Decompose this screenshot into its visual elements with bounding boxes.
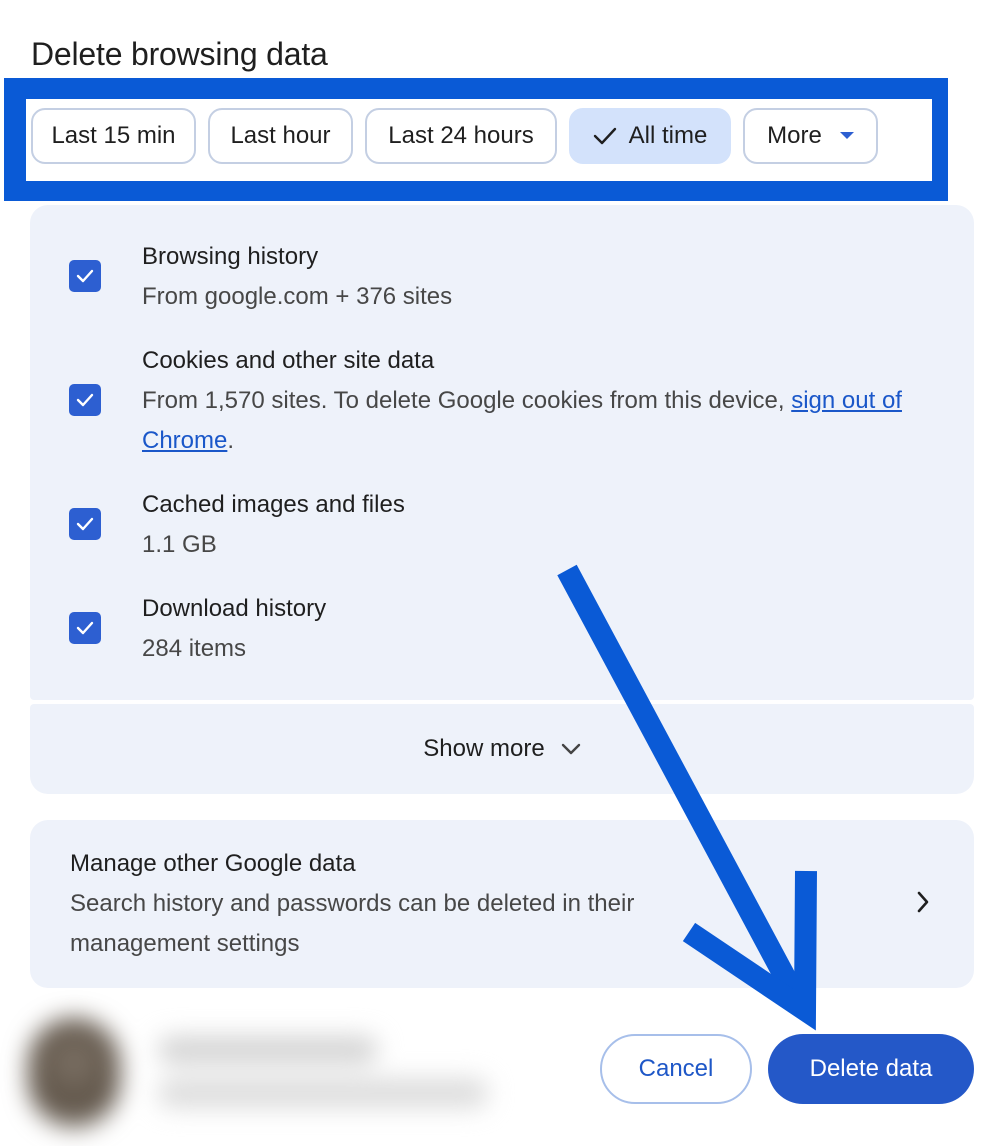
dialog-title: Delete browsing data: [31, 36, 328, 72]
data-options-card: Browsing history From google.com + 376 s…: [30, 205, 974, 700]
check-icon: [76, 269, 94, 283]
chip-label: Last 15 min: [51, 122, 176, 149]
option-title: Browsing history: [142, 243, 319, 270]
chip-last-24-hours[interactable]: Last 24 hours: [365, 108, 557, 164]
subtitle-suffix: .: [227, 427, 235, 454]
option-subtitle: 1.1 GB: [142, 531, 217, 558]
cached-images-checkbox[interactable]: [69, 508, 101, 540]
time-range-chips: Last 15 min Last hour Last 24 hours All …: [31, 108, 878, 164]
browsing-history-checkbox[interactable]: [69, 260, 101, 292]
blurred-profile: [8, 1004, 518, 1142]
show-more-button[interactable]: Show more: [30, 704, 974, 794]
avatar: [28, 1018, 120, 1128]
option-subtitle: 284 items: [142, 635, 247, 662]
chip-label: All time: [628, 122, 708, 149]
chip-label: More: [767, 122, 822, 149]
manage-title: Manage other Google data: [70, 850, 356, 877]
manage-other-google-data[interactable]: Manage other Google data Search history …: [30, 820, 974, 988]
blurred-profile-name: [158, 1036, 378, 1064]
option-subtitle: From google.com + 376 sites: [142, 283, 453, 310]
check-icon: [76, 517, 94, 531]
chip-label: Last hour: [230, 122, 331, 149]
cancel-button[interactable]: Cancel: [600, 1034, 752, 1104]
manage-description: Search history and passwords can be dele…: [70, 890, 635, 957]
show-more-label: Show more: [423, 735, 545, 762]
option-title: Cookies and other site data: [142, 347, 435, 374]
chip-label: Last 24 hours: [388, 122, 534, 149]
option-title: Cached images and files: [142, 491, 405, 518]
cookies-checkbox[interactable]: [69, 384, 101, 416]
subtitle-prefix: From 1,570 sites. To delete Google cooki…: [142, 387, 792, 414]
chevron-right-icon: [916, 890, 930, 914]
blurred-profile-email: [158, 1078, 488, 1108]
check-icon: [593, 126, 617, 146]
check-icon: [76, 621, 94, 635]
caret-down-icon: [839, 132, 854, 140]
option-subtitle: From 1,570 sites. To delete Google cooki…: [142, 381, 942, 461]
check-icon: [76, 393, 94, 407]
chip-all-time[interactable]: All time: [569, 108, 731, 164]
download-history-checkbox[interactable]: [69, 612, 101, 644]
delete-data-button[interactable]: Delete data: [768, 1034, 974, 1104]
chip-more-dropdown[interactable]: More: [743, 108, 878, 164]
chevron-down-icon: [561, 743, 581, 755]
chip-last-15-min[interactable]: Last 15 min: [31, 108, 196, 164]
option-title: Download history: [142, 595, 327, 622]
chip-last-hour[interactable]: Last hour: [208, 108, 353, 164]
